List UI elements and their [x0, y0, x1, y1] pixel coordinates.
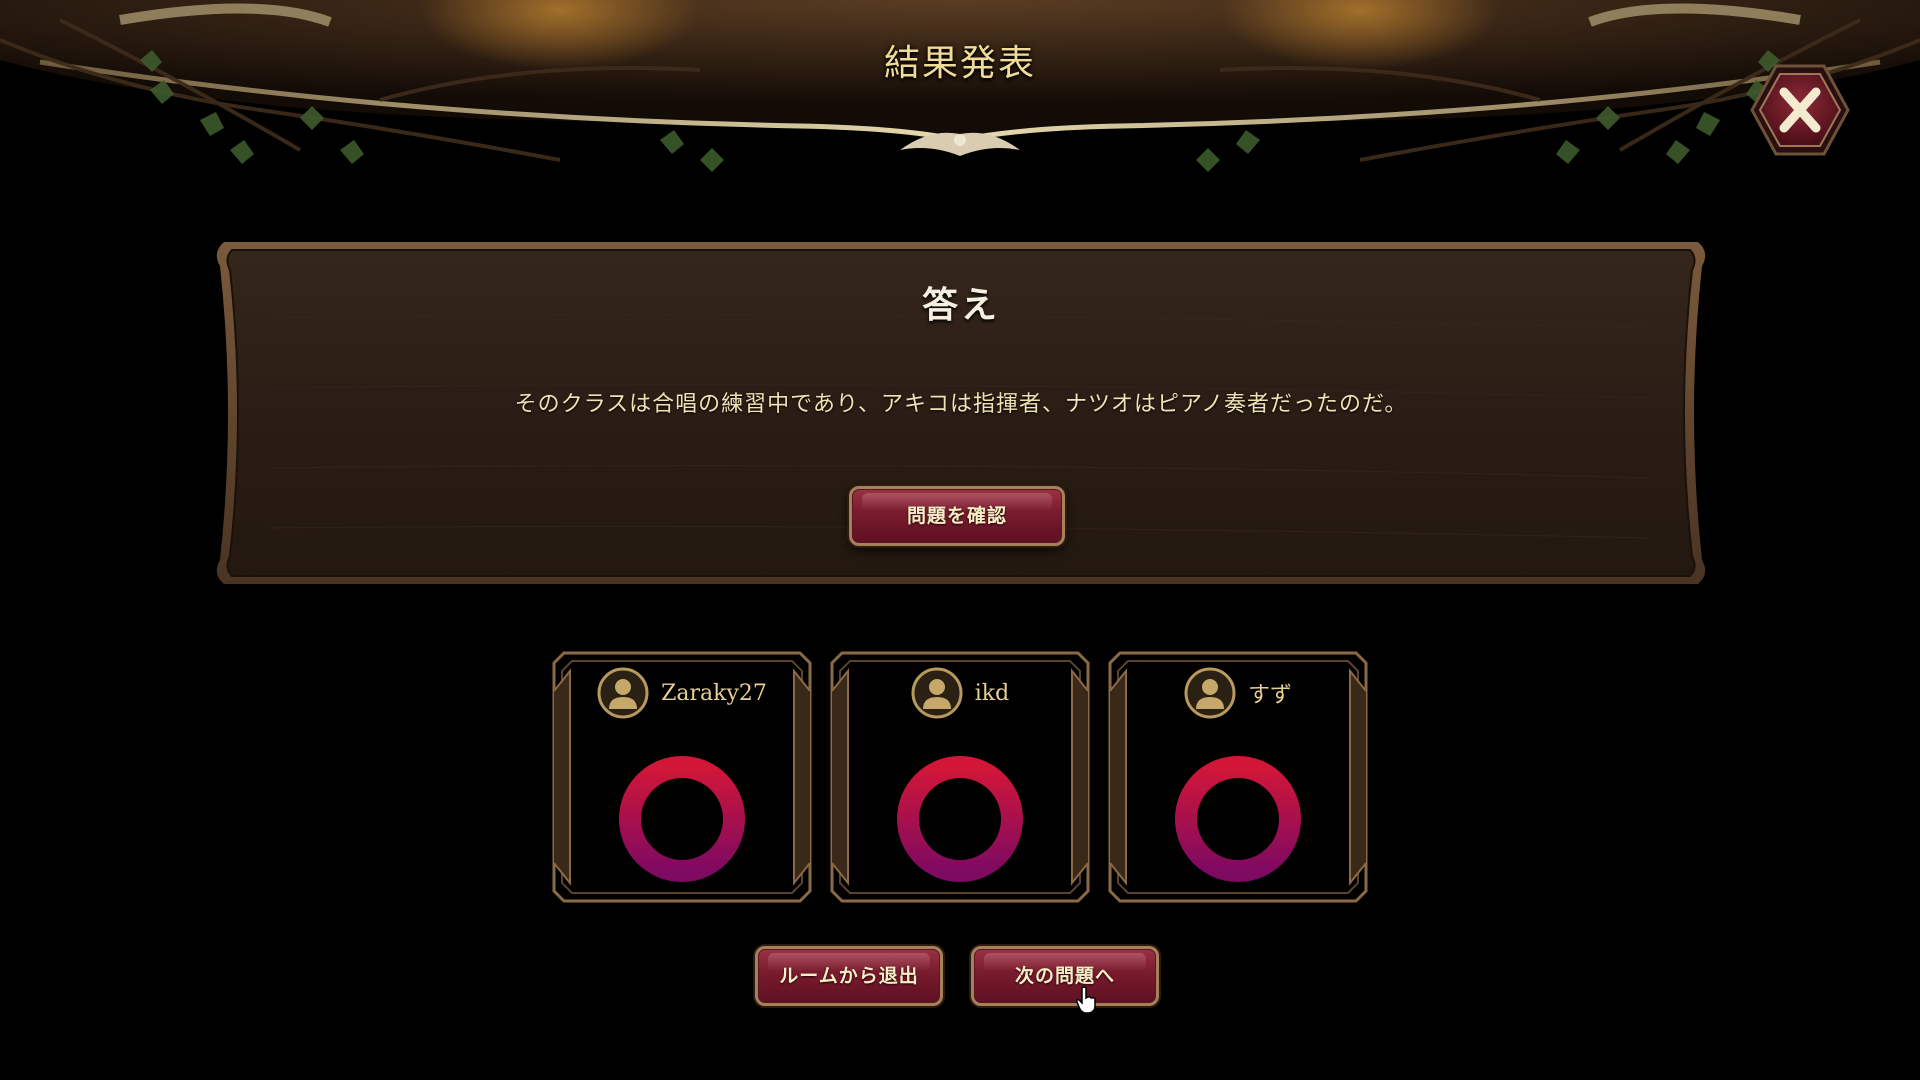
answer-title: 答え	[921, 284, 1000, 326]
close-button[interactable]	[1748, 62, 1852, 158]
close-icon	[1750, 64, 1850, 156]
banner-art	[0, 0, 1920, 172]
correct-circle-icon	[1175, 756, 1301, 882]
hand-pointer-icon	[1076, 986, 1096, 1014]
results-screen: 結果発表 答え そのクラスは合唱の練習中であり、アキコは指揮者、ナツオはピアノ奏…	[0, 0, 1920, 1080]
answer-text: そのクラスは合唱の練習中であり、アキコは指揮者、ナツオはピアノ奏者だったのだ。	[514, 392, 1408, 417]
correct-circle-icon	[619, 756, 745, 882]
player-card: すず	[1108, 651, 1368, 903]
player-name: Zaraky27	[661, 680, 767, 706]
next-question-button[interactable]: 次の問題へ	[971, 946, 1159, 1006]
user-avatar-icon	[911, 667, 963, 719]
leave-room-label: ルームから退出	[779, 965, 919, 987]
user-avatar-icon	[1184, 667, 1236, 719]
next-question-label: 次の問題へ	[1014, 965, 1115, 987]
top-ornamental-banner: 結果発表	[0, 0, 1920, 200]
leave-room-button[interactable]: ルームから退出	[755, 946, 943, 1006]
player-card: Zaraky27	[552, 651, 812, 903]
user-avatar-icon	[597, 667, 649, 719]
player-name: すず	[1247, 683, 1292, 708]
correct-circle-icon	[897, 756, 1023, 882]
check-question-button[interactable]: 問題を確認	[849, 486, 1065, 546]
player-header: すず	[1108, 665, 1368, 721]
check-question-label: 問題を確認	[906, 505, 1007, 527]
page-title: 結果発表	[883, 43, 1036, 84]
player-card: ikd	[830, 651, 1090, 903]
player-name: ikd	[974, 680, 1010, 706]
player-header: Zaraky27	[552, 665, 812, 721]
player-header: ikd	[830, 665, 1090, 721]
